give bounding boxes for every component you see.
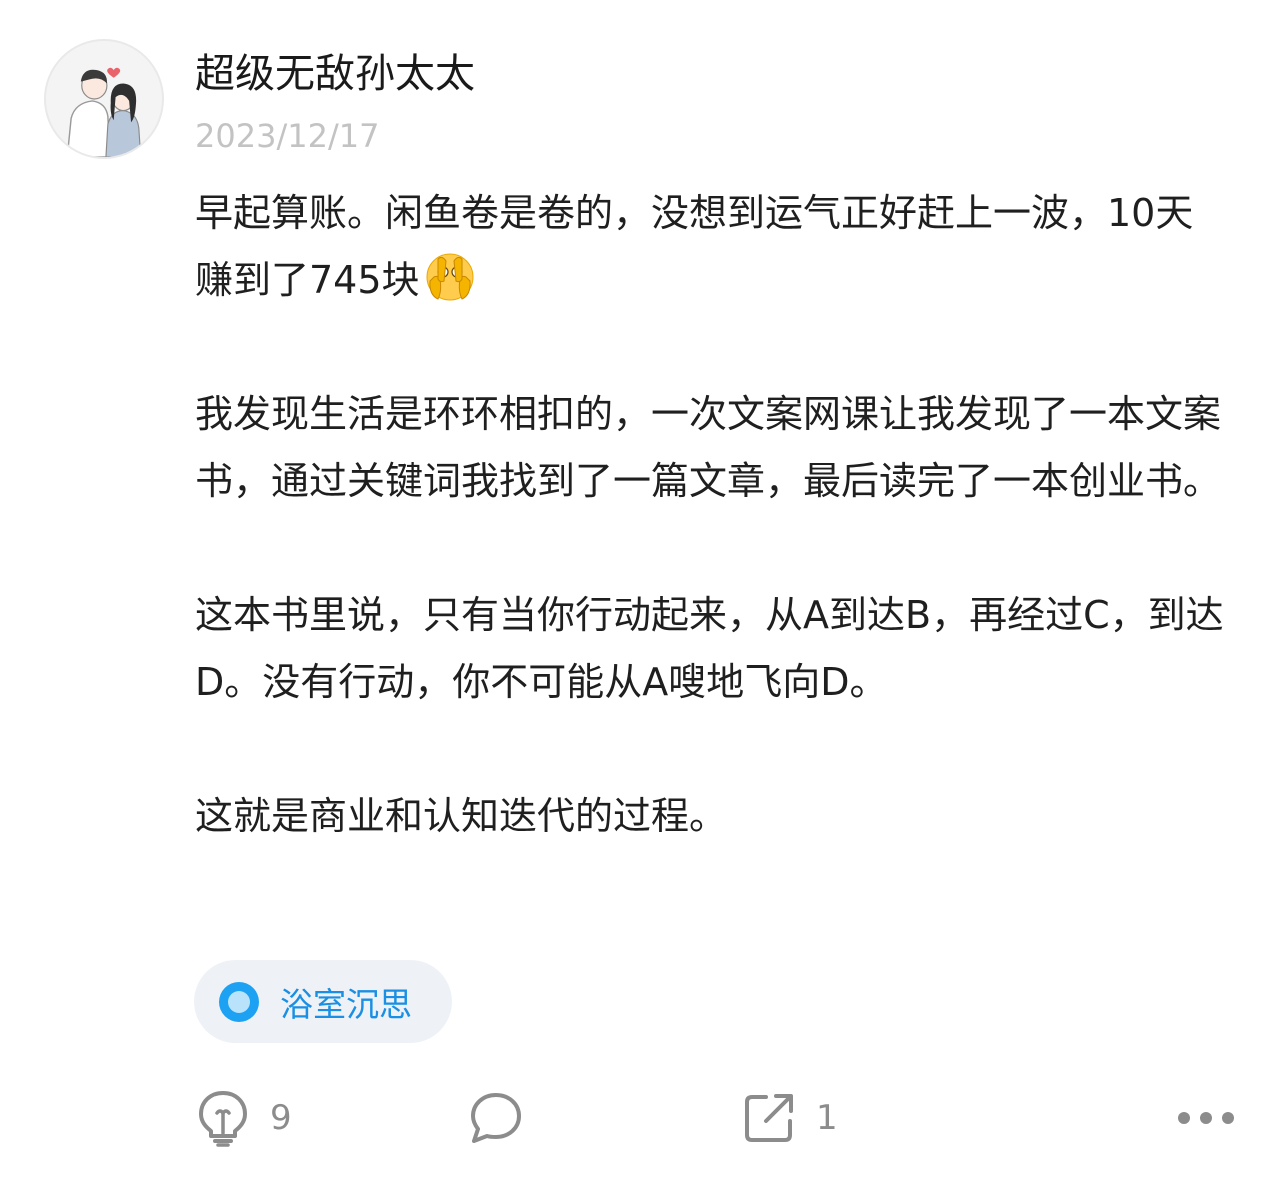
author-name[interactable]: 超级无敌孙太太 bbox=[195, 48, 475, 100]
lightbulb-icon bbox=[199, 1091, 247, 1147]
avatar[interactable] bbox=[44, 39, 164, 159]
like-count: 9 bbox=[270, 1098, 292, 1138]
paragraph-1-text: 早起算账。闲鱼卷是卷的，没想到运气正好赶上一波，10天赚到了745块 bbox=[195, 191, 1194, 302]
paragraph-3: 这本书里说，只有当你行动起来，从A到达B，再经过C，到达D。没有行动，你不可能从… bbox=[195, 593, 1224, 704]
action-bar: 9 1 bbox=[0, 1078, 1280, 1158]
post-date: 2023/12/17 bbox=[195, 117, 380, 155]
like-button[interactable]: 9 bbox=[196, 1078, 292, 1158]
topic-tag[interactable]: 浴室沉思 bbox=[194, 960, 452, 1043]
share-button[interactable]: 1 bbox=[742, 1078, 838, 1158]
paragraph-2: 我发现生活是环环相扣的，一次文案网课让我发现了一本文案书，通过关键词我找到了一篇… bbox=[195, 392, 1222, 503]
comment-button[interactable] bbox=[468, 1078, 524, 1158]
more-button[interactable] bbox=[1176, 1078, 1236, 1158]
face-with-open-eyes-and-hand-over-mouth-icon bbox=[424, 251, 476, 303]
post-body: 早起算账。闲鱼卷是卷的，没想到运气正好赶上一波，10天赚到了745块 我发现生活… bbox=[195, 180, 1230, 850]
post-card: 超级无敌孙太太 2023/12/17 早起算账。闲鱼卷是卷的，没想到运气正好赶上… bbox=[0, 0, 1280, 1189]
topic-label: 浴室沉思 bbox=[280, 984, 412, 1024]
share-count: 1 bbox=[816, 1098, 838, 1138]
topic-dot-icon bbox=[219, 981, 259, 1022]
paragraph-4: 这就是商业和认知迭代的过程。 bbox=[195, 794, 728, 838]
share-out-icon bbox=[745, 1094, 793, 1142]
speech-bubble-icon bbox=[471, 1093, 521, 1143]
more-dots-icon bbox=[1178, 1112, 1234, 1124]
couple-illustration-icon bbox=[46, 41, 162, 157]
paragraph-1: 早起算账。闲鱼卷是卷的，没想到运气正好赶上一波，10天赚到了745块 bbox=[195, 180, 1230, 314]
